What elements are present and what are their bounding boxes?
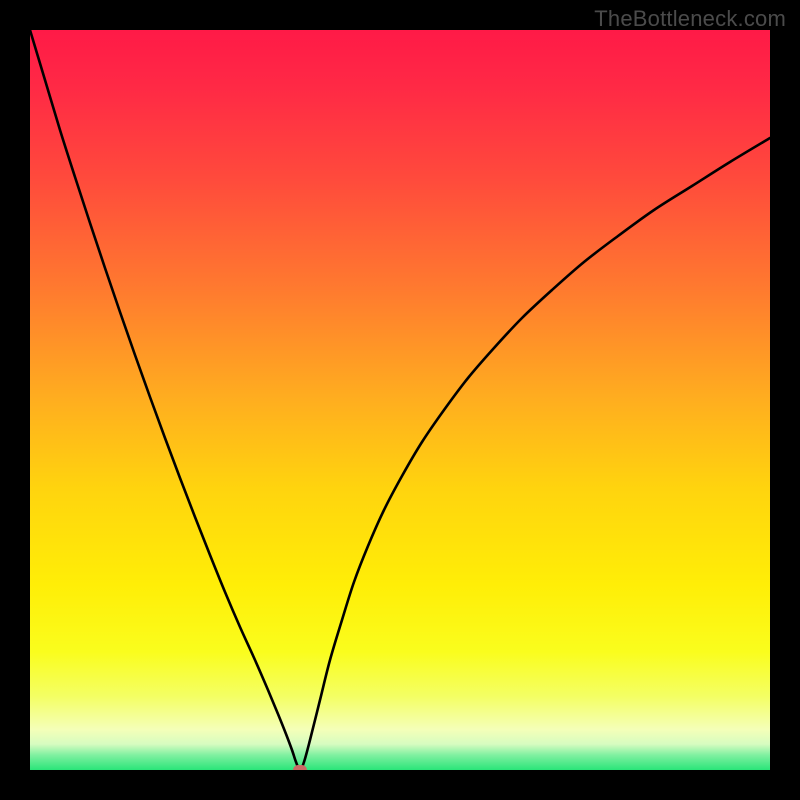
chart-frame: TheBottleneck.com <box>0 0 800 800</box>
background-gradient <box>30 30 770 770</box>
plot-area <box>30 30 770 770</box>
watermark-label: TheBottleneck.com <box>594 6 786 32</box>
optimal-point-marker <box>293 765 307 770</box>
